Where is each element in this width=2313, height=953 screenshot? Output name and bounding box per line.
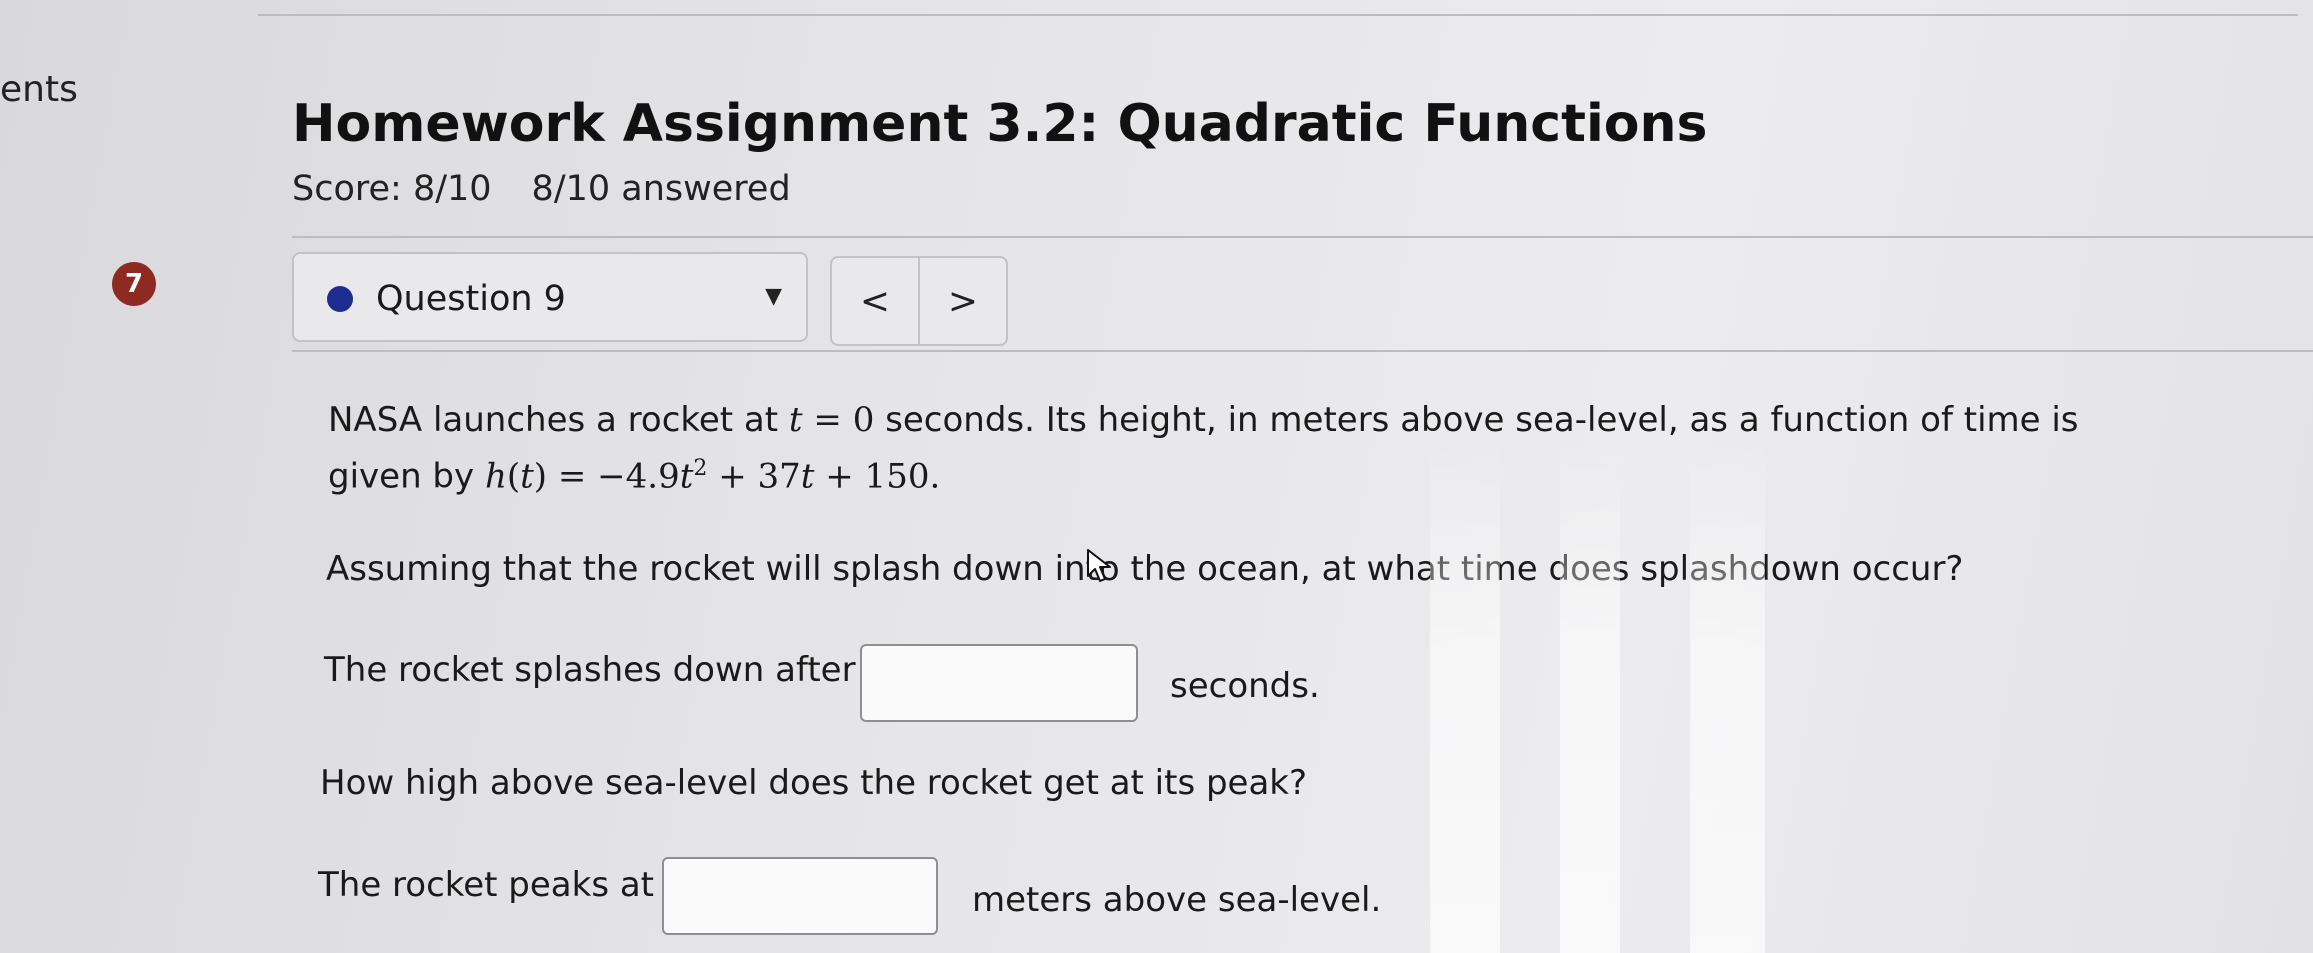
intro-text-continued: seconds. Its height, in meters above sea…: [874, 400, 2079, 440]
intro-given-by: given by: [328, 456, 475, 497]
rhs-coef-b: + 37: [707, 456, 801, 497]
status-dot-icon: [327, 286, 353, 312]
answer-2-prefix: The rocket peaks at: [318, 865, 655, 905]
question-2-prompt: How high above sea-level does the rocket…: [320, 763, 1308, 803]
next-question-button[interactable]: >: [918, 258, 1006, 344]
sidebar-nav-fragment[interactable]: ents: [0, 72, 78, 108]
previous-question-button[interactable]: <: [832, 258, 918, 344]
paren-close: ): [533, 456, 548, 497]
screen-glare-1: [1430, 440, 1500, 953]
rhs-var-t2: t: [800, 456, 815, 497]
screen-glare-2: [1560, 440, 1620, 953]
function-arg: t: [520, 456, 534, 497]
score-summary: Score: 8/10 8/10 answered: [292, 172, 791, 207]
answered-count: 8/10 answered: [531, 169, 791, 209]
problem-intro-line-1: NASA launches a rocket at t = 0 seconds.…: [328, 400, 2079, 441]
rhs-constant: + 150.: [814, 456, 941, 497]
mouse-pointer-icon: [1087, 549, 1111, 582]
rhs-coef-a: = −4.9: [547, 456, 680, 497]
function-name: h: [484, 456, 507, 497]
score-text: Score: 8/10: [292, 169, 492, 209]
intro-equation: = 0: [802, 400, 875, 440]
answer-1-prefix: The rocket splashes down after: [324, 650, 856, 690]
question-selector[interactable]: Question 9 ▼: [292, 252, 808, 342]
question-pager: < >: [830, 256, 1008, 346]
question-count-badge: 7: [112, 262, 156, 306]
problem-intro-line-2: given by h(t) = −4.9t2 + 37t + 150.: [328, 456, 940, 497]
screen-glare-3: [1690, 440, 1765, 953]
triangle-down-icon: ▼: [765, 284, 782, 309]
rhs-var-t: t: [679, 456, 694, 497]
question-selector-label: Question 9: [376, 279, 566, 319]
page-title: Homework Assignment 3.2: Quadratic Funct…: [292, 94, 1708, 154]
variable-t: t: [788, 400, 803, 440]
header-divider: [292, 236, 2313, 238]
answer-1-suffix: seconds.: [1170, 666, 1320, 706]
peak-height-input[interactable]: [662, 857, 938, 935]
top-divider: [258, 14, 2298, 16]
rhs-exponent: 2: [693, 456, 708, 481]
answer-2-suffix: meters above sea-level.: [972, 880, 1382, 920]
paren-open: (: [506, 456, 521, 497]
intro-text: NASA launches a rocket at: [328, 400, 779, 440]
splashdown-time-input[interactable]: [860, 644, 1138, 722]
question-divider: [292, 350, 2313, 352]
